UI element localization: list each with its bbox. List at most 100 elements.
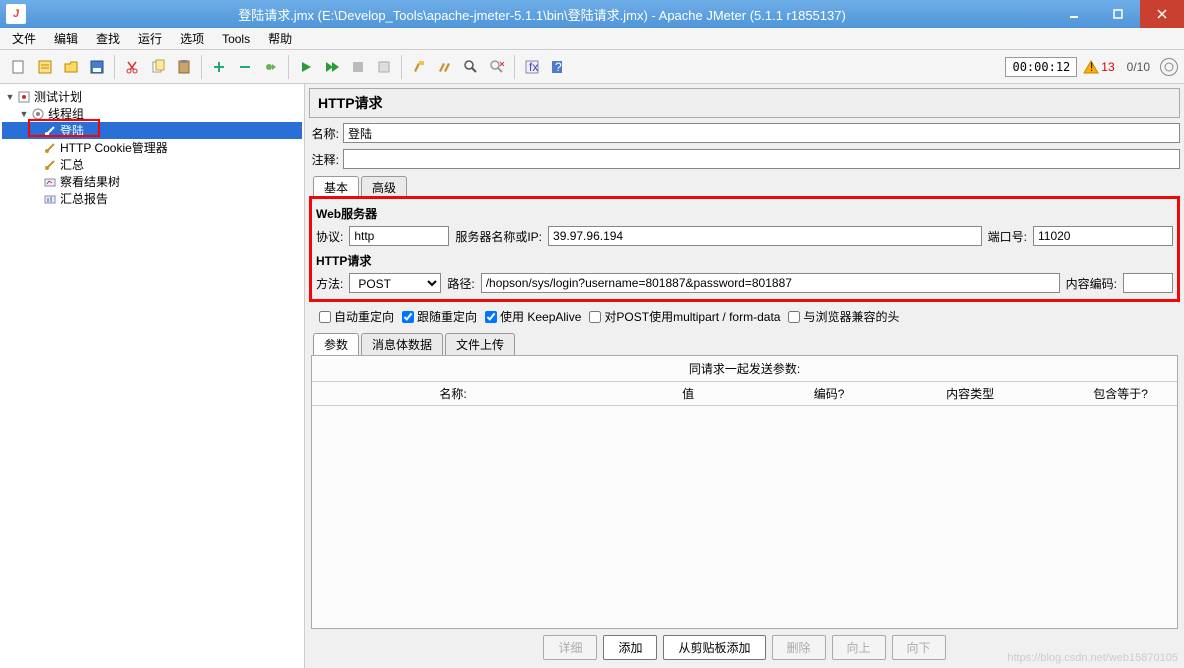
window-titlebar: J 登陆请求.jmx (E:\Develop_Tools\apache-jmet…: [0, 0, 1184, 28]
menu-edit[interactable]: 编辑: [46, 28, 86, 49]
search-icon[interactable]: [459, 55, 483, 79]
tree-label: 察看结果树: [60, 173, 120, 190]
tree-thread-group[interactable]: ▼ 线程组: [2, 105, 302, 122]
tree-label: 登陆: [60, 122, 84, 139]
svg-text:fx: fx: [529, 60, 538, 74]
parameters-table: 同请求一起发送参数: 名称: 值 编码? 内容类型 包含等于?: [311, 355, 1178, 629]
menu-help[interactable]: 帮助: [260, 28, 300, 49]
tab-file-upload[interactable]: 文件上传: [445, 333, 515, 355]
minimize-button[interactable]: [1052, 0, 1096, 28]
svg-text:?: ?: [555, 60, 562, 74]
tab-parameters[interactable]: 参数: [313, 333, 359, 355]
expand-icon[interactable]: [207, 55, 231, 79]
check-auto-redirect[interactable]: 自动重定向: [319, 308, 394, 325]
down-button[interactable]: 向下: [892, 635, 946, 660]
delete-button[interactable]: 删除: [772, 635, 826, 660]
server-label: 服务器名称或IP:: [455, 228, 542, 245]
menu-options[interactable]: 选项: [172, 28, 212, 49]
method-select[interactable]: POST: [349, 273, 441, 293]
cut-icon[interactable]: [120, 55, 144, 79]
tree-item-results[interactable]: 察看结果树: [2, 173, 302, 190]
open-icon[interactable]: [59, 55, 83, 79]
up-button[interactable]: 向上: [832, 635, 886, 660]
method-label: 方法:: [316, 275, 343, 292]
tree-label: HTTP Cookie管理器: [60, 139, 168, 156]
col-equals: 包含等于?: [1064, 382, 1177, 405]
path-input[interactable]: [481, 273, 1060, 293]
shutdown-icon[interactable]: [372, 55, 396, 79]
save-icon[interactable]: [85, 55, 109, 79]
col-encode: 编码?: [782, 382, 876, 405]
window-title: 登陆请求.jmx (E:\Develop_Tools\apache-jmeter…: [32, 5, 1052, 24]
panel-title: HTTP请求: [309, 88, 1180, 118]
clear-all-icon[interactable]: [433, 55, 457, 79]
tab-advanced[interactable]: 高级: [361, 176, 407, 198]
close-button[interactable]: [1140, 0, 1184, 28]
port-input[interactable]: [1033, 226, 1173, 246]
menubar: 文件 编辑 查找 运行 选项 Tools 帮助: [0, 28, 1184, 50]
tree-label: 汇总: [60, 156, 84, 173]
check-follow-redirect[interactable]: 跟随重定向: [402, 308, 477, 325]
tree-item-report[interactable]: 汇总报告: [2, 190, 302, 207]
content-pane: HTTP请求 名称: 注释: 基本 高级 Web服务器 协议: 服务器名称或IP…: [305, 84, 1184, 668]
reset-search-icon[interactable]: [485, 55, 509, 79]
watermark: https://blog.csdn.net/web15870105: [1007, 652, 1178, 664]
check-browser-headers[interactable]: 与浏览器兼容的头: [788, 308, 899, 325]
start-icon[interactable]: [294, 55, 318, 79]
web-server-section: Web服务器: [316, 205, 1173, 222]
check-multipart[interactable]: 对POST使用multipart / form-data: [589, 308, 780, 325]
toolbar: fx ? 00:00:12 ! 13 0/10: [0, 50, 1184, 84]
comment-input[interactable]: [343, 149, 1180, 169]
path-label: 路径:: [447, 275, 474, 292]
tree-item-summary[interactable]: 汇总: [2, 156, 302, 173]
menu-find[interactable]: 查找: [88, 28, 128, 49]
template-icon[interactable]: [33, 55, 57, 79]
tree-label: 测试计划: [34, 88, 82, 105]
elapsed-timer: 00:00:12: [1005, 57, 1077, 77]
col-content-type: 内容类型: [876, 382, 1064, 405]
warning-count: 13: [1101, 60, 1114, 74]
port-label: 端口号:: [988, 228, 1027, 245]
start-no-pause-icon[interactable]: [320, 55, 344, 79]
tree-label: 线程组: [48, 105, 84, 122]
maximize-button[interactable]: [1096, 0, 1140, 28]
help-icon[interactable]: ?: [546, 55, 570, 79]
paste-icon[interactable]: [172, 55, 196, 79]
menu-tools[interactable]: Tools: [214, 30, 258, 48]
collapse-icon[interactable]: [233, 55, 257, 79]
encoding-label: 内容编码:: [1066, 275, 1117, 292]
encoding-input[interactable]: [1123, 273, 1173, 293]
name-label: 名称:: [309, 125, 339, 142]
tree-pane[interactable]: ▼ 测试计划 ▼ 线程组 登陆 HTTP Cookie管理器 汇总 察看结果树 …: [0, 84, 305, 668]
clear-icon[interactable]: [407, 55, 431, 79]
function-helper-icon[interactable]: fx: [520, 55, 544, 79]
check-keepalive[interactable]: 使用 KeepAlive: [485, 308, 581, 325]
copy-icon[interactable]: [146, 55, 170, 79]
table-body[interactable]: [312, 406, 1177, 628]
thread-count: 0/10: [1127, 60, 1150, 74]
detail-button[interactable]: 详细: [543, 635, 597, 660]
name-input[interactable]: [343, 123, 1180, 143]
tree-test-plan[interactable]: ▼ 测试计划: [2, 88, 302, 105]
new-icon[interactable]: [7, 55, 31, 79]
warning-icon: !: [1083, 60, 1099, 74]
tree-item-cookie[interactable]: HTTP Cookie管理器: [2, 139, 302, 156]
http-request-section: HTTP请求: [316, 252, 1173, 269]
tab-basic[interactable]: 基本: [313, 176, 359, 198]
warning-indicator[interactable]: ! 13: [1083, 60, 1114, 74]
toggle-icon[interactable]: [259, 55, 283, 79]
tab-body-data[interactable]: 消息体数据: [361, 333, 443, 355]
col-value: 值: [594, 382, 782, 405]
tree-item-login[interactable]: 登陆: [2, 122, 302, 139]
clipboard-add-button[interactable]: 从剪贴板添加: [663, 635, 765, 660]
server-input[interactable]: [548, 226, 982, 246]
protocol-input[interactable]: [349, 226, 449, 246]
svg-text:!: !: [1090, 60, 1093, 74]
menu-file[interactable]: 文件: [4, 28, 44, 49]
add-button[interactable]: 添加: [603, 635, 657, 660]
table-header: 名称: 值 编码? 内容类型 包含等于?: [312, 382, 1177, 406]
menu-run[interactable]: 运行: [130, 28, 170, 49]
col-name: 名称:: [312, 382, 594, 405]
stop-icon[interactable]: [346, 55, 370, 79]
status-indicator: [1160, 58, 1178, 76]
